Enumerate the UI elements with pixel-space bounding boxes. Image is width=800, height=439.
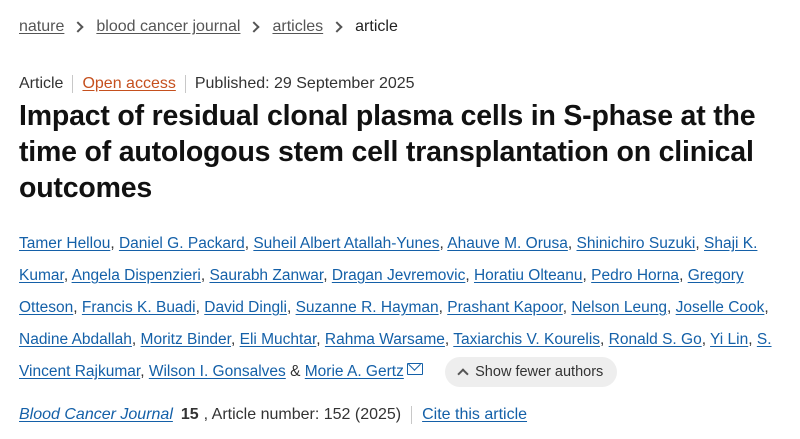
author-link[interactable]: Nadine Abdallah bbox=[19, 331, 132, 348]
author-list: Tamer Hellou, Daniel G. Packard, Suheil … bbox=[19, 228, 794, 388]
article-type: Article bbox=[19, 75, 64, 92]
breadcrumb: nature blood cancer journal articles art… bbox=[19, 16, 398, 38]
divider bbox=[411, 406, 413, 424]
chevron-up-icon bbox=[457, 368, 469, 380]
author-link[interactable]: Wilson I. Gonsalves bbox=[149, 363, 286, 380]
author-link[interactable]: Shinichiro Suzuki bbox=[576, 235, 695, 252]
divider bbox=[184, 75, 186, 93]
author-link[interactable]: Yi Lin bbox=[710, 331, 748, 348]
author-link[interactable]: Suzanne R. Hayman bbox=[296, 299, 439, 316]
author-conjunction: & bbox=[290, 363, 301, 380]
author-link[interactable]: Dragan Jevremovic bbox=[332, 267, 466, 284]
chevron-right-icon bbox=[248, 21, 261, 33]
author-link[interactable]: Ahauve M. Orusa bbox=[447, 235, 568, 252]
author-link[interactable]: Rahma Warsame bbox=[325, 331, 445, 348]
author-link[interactable]: Prashant Kapoor bbox=[447, 299, 562, 316]
cite-this-article-link[interactable]: Cite this article bbox=[422, 406, 527, 424]
published-date: Published: 29 September 2025 bbox=[194, 75, 415, 92]
open-access-link[interactable]: Open access bbox=[82, 75, 175, 93]
show-fewer-label: Show fewer authors bbox=[475, 363, 604, 380]
corresponding-author-link[interactable]: Morie A. Gertz bbox=[305, 363, 404, 380]
article-title: Impact of residual clonal plasma cells i… bbox=[19, 100, 756, 204]
author-link[interactable]: Joselle Cook bbox=[676, 299, 765, 316]
show-fewer-authors-button[interactable]: Show fewer authors bbox=[445, 356, 618, 387]
author-link[interactable]: Saurabh Zanwar bbox=[209, 267, 323, 284]
breadcrumb-link-journal[interactable]: blood cancer journal bbox=[96, 18, 240, 36]
author-link[interactable]: Angela Dispenzieri bbox=[72, 267, 201, 284]
author-link[interactable]: Pedro Horna bbox=[591, 267, 679, 284]
author-link[interactable]: Francis K. Buadi bbox=[82, 299, 196, 316]
author-link[interactable]: Taxiarchis V. Kourelis bbox=[453, 331, 600, 348]
article-number: , Article number: 152 (2025) bbox=[203, 406, 402, 423]
author-link[interactable]: Daniel G. Packard bbox=[119, 235, 245, 252]
breadcrumb-link-nature[interactable]: nature bbox=[19, 18, 64, 36]
journal-link[interactable]: Blood Cancer Journal bbox=[19, 406, 173, 424]
article-meta: Article Open access Published: 29 Septem… bbox=[19, 74, 415, 94]
author-link[interactable]: Suheil Albert Atallah-Yunes bbox=[253, 235, 439, 252]
author-link[interactable]: Tamer Hellou bbox=[19, 235, 110, 252]
author-link[interactable]: Nelson Leung bbox=[571, 299, 667, 316]
author-link[interactable]: Horatiu Olteanu bbox=[474, 267, 583, 284]
author-link[interactable]: Eli Muchtar bbox=[240, 331, 317, 348]
divider bbox=[72, 75, 74, 93]
chevron-right-icon bbox=[331, 21, 343, 33]
envelope-icon[interactable] bbox=[406, 363, 423, 375]
chevron-right-icon bbox=[72, 21, 85, 33]
volume: 15 bbox=[180, 406, 199, 423]
author-link[interactable]: Ronald S. Go bbox=[609, 331, 702, 348]
breadcrumb-current: article bbox=[355, 18, 398, 35]
author-link[interactable]: Moritz Binder bbox=[141, 331, 231, 348]
author-link[interactable]: David Dingli bbox=[204, 299, 287, 316]
breadcrumb-link-articles[interactable]: articles bbox=[272, 18, 323, 36]
citation-line: Blood Cancer Journal 15 , Article number… bbox=[19, 404, 527, 426]
